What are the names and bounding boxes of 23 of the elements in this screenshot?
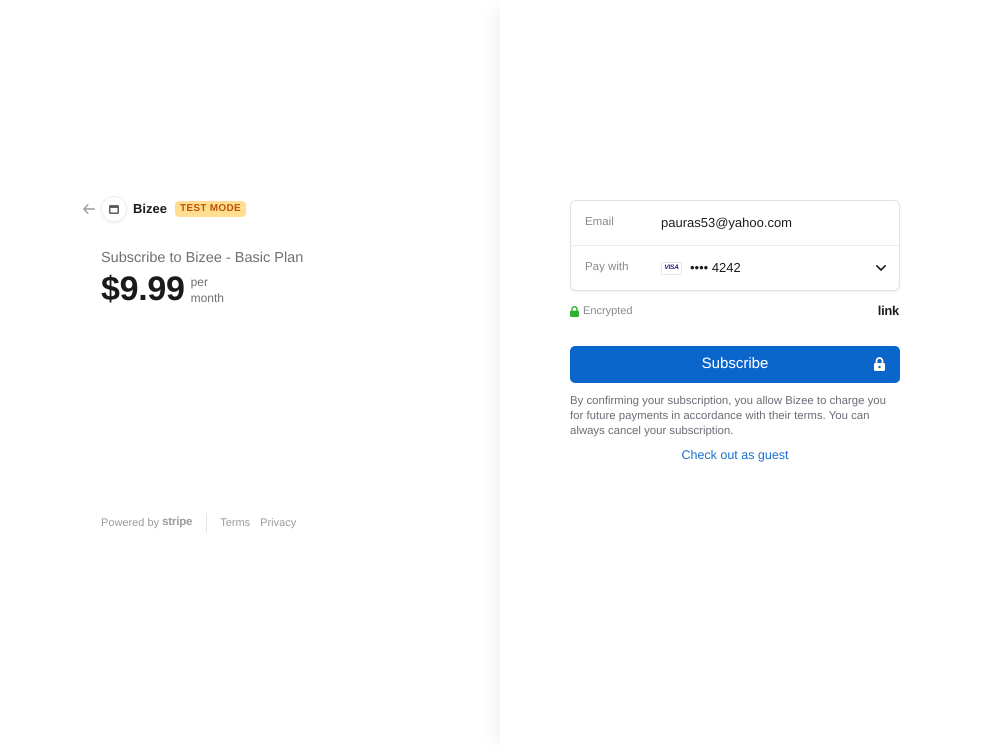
card-number[interactable]: •••• 4242 [690,258,741,278]
test-mode-badge: TEST MODE [174,201,246,217]
billing-interval: per month [190,274,225,306]
stripe-logo[interactable]: stripe [162,514,192,532]
encrypted-label: Encrypted [583,304,633,319]
link-logo[interactable]: link [878,301,899,321]
footer-link[interactable]: Privacy [260,514,296,532]
lock-icon [874,357,885,371]
chevron-down-icon[interactable] [876,265,886,271]
check-out-as-guest-link[interactable]: Check out as guest [681,446,788,464]
powered-by-text: Powered by [101,516,160,531]
terms-text: By confirming your subscription, you allow Bizee to charge you for future payments in accordance with their terms. You can always cancel your subscription. [570,394,887,439]
footer-link[interactable]: Terms [220,514,250,532]
price: $9.99 [101,271,185,307]
business-name: Bizee [133,200,167,218]
subscribe-button[interactable]: Subscribe [570,346,900,383]
email-field[interactable]: pauras53@yahoo.com [661,213,792,233]
lock-icon [570,306,579,316]
back-arrow-icon[interactable] [83,204,95,214]
product-title: Subscribe to Bizee - Basic Plan [101,249,304,268]
email-label: Email [585,215,615,230]
store-logo-icon [101,196,127,222]
pay-with-label: Pay with [585,260,630,276]
